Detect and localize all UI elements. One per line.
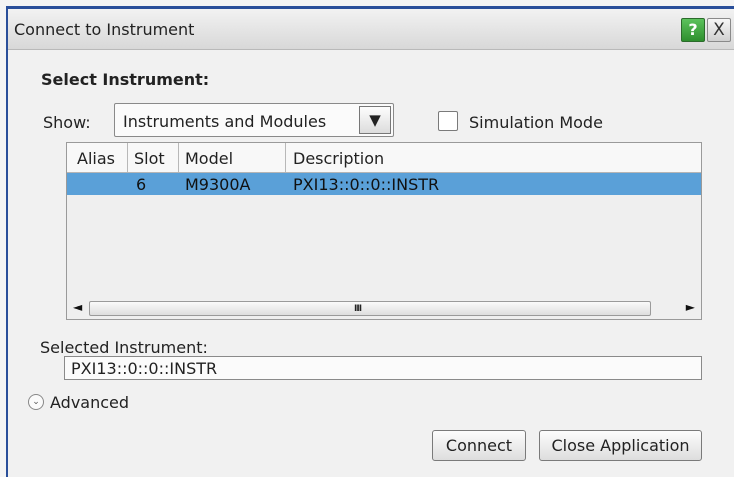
selected-instrument-field[interactable]: PXI13::0::0::INSTR	[64, 356, 702, 380]
advanced-toggle-label[interactable]: Advanced	[50, 393, 129, 412]
instrument-table: Alias Slot Model Description 6 M9300A PX…	[66, 142, 702, 320]
cell-model: M9300A	[185, 175, 251, 194]
horizontal-scrollbar[interactable]: ◄ III ►	[67, 298, 701, 319]
column-separator[interactable]	[127, 143, 128, 172]
chevron-down-icon[interactable]: ▼	[359, 106, 391, 134]
column-separator[interactable]	[285, 143, 286, 172]
close-application-button[interactable]: Close Application	[539, 430, 702, 461]
scroll-left-icon[interactable]: ◄	[73, 300, 82, 314]
simulation-mode-checkbox[interactable]	[438, 111, 458, 131]
close-button[interactable]: X	[707, 18, 731, 42]
scrollbar-thumb[interactable]: III	[89, 301, 651, 316]
selected-instrument-label: Selected Instrument:	[40, 338, 208, 357]
grip-icon: III	[354, 304, 362, 314]
cell-slot: 6	[136, 175, 147, 194]
column-header-alias[interactable]: Alias	[77, 149, 115, 168]
table-header: Alias Slot Model Description	[67, 143, 701, 173]
show-label: Show:	[43, 113, 91, 132]
scroll-right-icon[interactable]: ►	[686, 300, 695, 314]
select-instrument-heading: Select Instrument:	[41, 70, 210, 89]
help-button[interactable]: ?	[681, 18, 705, 42]
chevron-down-icon[interactable]: ⌄	[28, 394, 44, 410]
column-header-slot[interactable]: Slot	[134, 149, 165, 168]
show-dropdown[interactable]: Instruments and Modules ▼	[114, 103, 394, 137]
connect-dialog: Connect to Instrument ? X Select Instrum…	[6, 6, 734, 477]
connect-button[interactable]: Connect	[432, 430, 526, 461]
title-bar[interactable]: Connect to Instrument ? X	[8, 9, 734, 50]
column-header-model[interactable]: Model	[185, 149, 233, 168]
selected-instrument-value: PXI13::0::0::INSTR	[71, 359, 218, 378]
column-separator[interactable]	[178, 143, 179, 172]
cell-description: PXI13::0::0::INSTR	[293, 175, 440, 194]
simulation-mode-label[interactable]: Simulation Mode	[469, 113, 603, 132]
show-dropdown-value: Instruments and Modules	[123, 112, 327, 131]
window-title: Connect to Instrument	[14, 20, 195, 39]
table-row[interactable]: 6 M9300A PXI13::0::0::INSTR	[67, 173, 701, 195]
column-header-description[interactable]: Description	[293, 149, 384, 168]
